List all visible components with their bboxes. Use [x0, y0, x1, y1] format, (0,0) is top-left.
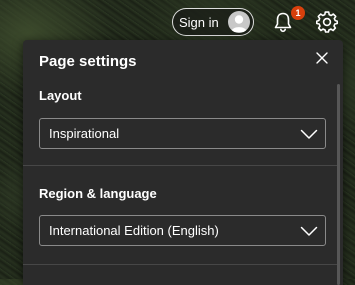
region-language-select-value: International Edition (English) — [49, 223, 219, 238]
layout-select-value: Inspirational — [49, 126, 120, 141]
page-settings-panel: Page settings Layout Inspirational Regio… — [23, 40, 343, 285]
top-bar: Sign in 1 — [0, 0, 355, 42]
sign-in-button[interactable]: Sign in — [172, 8, 254, 36]
region-language-select[interactable]: International Edition (English) — [39, 215, 326, 246]
chevron-down-icon — [300, 129, 318, 139]
avatar-icon — [228, 11, 250, 33]
close-icon — [316, 52, 328, 64]
notification-badge: 1 — [291, 6, 305, 20]
sign-in-label: Sign in — [179, 15, 219, 30]
close-button[interactable] — [314, 50, 330, 66]
section-divider — [23, 264, 337, 265]
settings-button[interactable] — [316, 11, 338, 33]
layout-select[interactable]: Inspirational — [39, 118, 326, 149]
gear-icon — [316, 11, 338, 33]
layout-label: Layout — [39, 88, 82, 103]
section-divider — [23, 165, 337, 166]
panel-scrollbar[interactable] — [337, 84, 340, 285]
region-language-label: Region & language — [39, 186, 157, 201]
panel-title: Page settings — [39, 53, 137, 70]
chevron-down-icon — [300, 226, 318, 236]
